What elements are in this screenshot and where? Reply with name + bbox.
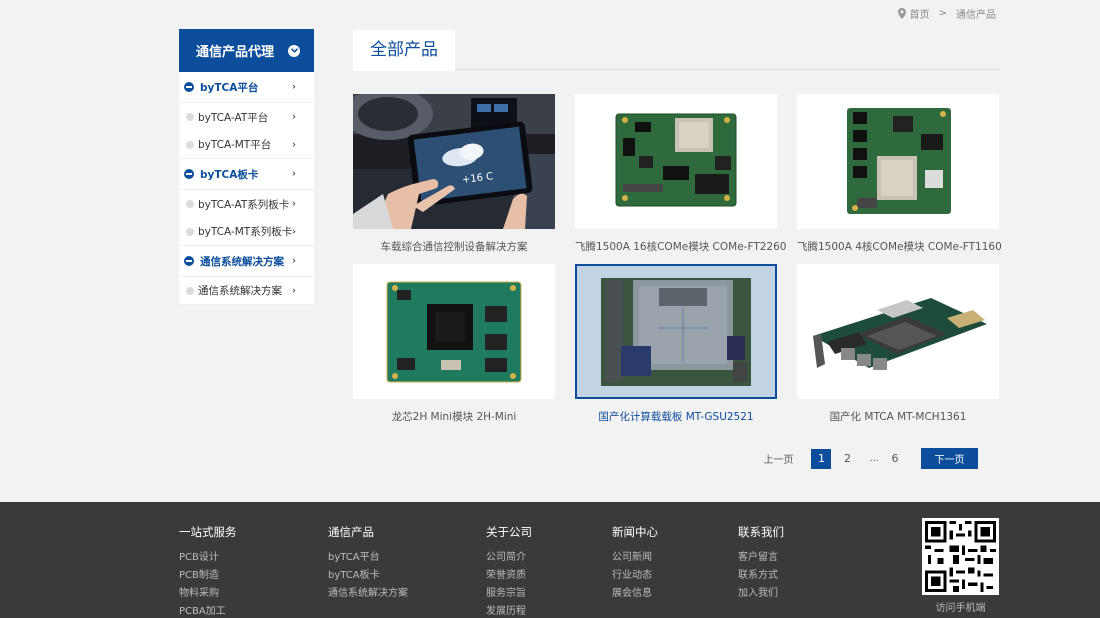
product-caption[interactable]: 国产化计算载载板 MT-GSU2521: [575, 409, 777, 424]
footer-link[interactable]: 行业动态: [612, 567, 658, 585]
footer-link[interactable]: 公司简介: [486, 549, 532, 567]
footer-link[interactable]: 公司新闻: [612, 549, 658, 567]
footer-column: 通信产品 byTCA平台 byTCA板卡 通信系统解决方案: [328, 524, 408, 603]
breadcrumb-separator: >: [938, 8, 947, 19]
prev-page-link[interactable]: 上一页: [763, 451, 793, 466]
product-image[interactable]: [797, 264, 999, 399]
sidebar-category-item[interactable]: 通信系统解决方案 ›: [179, 246, 314, 277]
next-page-button[interactable]: 下一页: [921, 448, 978, 469]
product-card[interactable]: 国产化 MTCA MT-MCH1361: [797, 264, 999, 434]
qr-caption: 访问手机端: [935, 603, 986, 614]
product-card[interactable]: 飞腾1500A 4核COMe模块 COMe-FT1160: [797, 94, 1002, 264]
footer-link[interactable]: byTCA板卡: [328, 567, 408, 585]
footer-column: 关于公司公司简介 荣誉资质 服务宗旨 发展历程: [486, 524, 532, 618]
minus-circle-icon: [184, 82, 194, 92]
bullet-dot-icon: [186, 113, 194, 121]
footer-column-title: 联系我们: [738, 525, 784, 539]
product-card[interactable]: +16 C 车载综合通信控制设备解决方案: [353, 94, 555, 264]
footer-column-title: 通信产品: [328, 525, 374, 539]
product-caption[interactable]: 飞腾1500A 4核COMe模块 COMe-FT1160: [797, 239, 1002, 254]
footer-link[interactable]: 服务宗旨: [486, 585, 532, 603]
footer-column-title: 新闻中心: [612, 525, 658, 539]
sidebar-item-label: byTCA板卡: [200, 168, 259, 181]
bullet-dot-icon: [186, 200, 194, 208]
bullet-dot-icon: [186, 227, 194, 236]
breadcrumb-home-link[interactable]: 首页: [910, 6, 930, 21]
sidebar-item-label: byTCA-MT系列板卡: [198, 226, 293, 238]
sidebar-subitem[interactable]: byTCA-AT平台 ›: [179, 103, 314, 131]
footer-link[interactable]: PCB设计: [179, 549, 237, 567]
footer-column: 新闻中心公司新闻 行业动态 展会信息: [612, 524, 658, 603]
sidebar: 通信产品代理 byTCA平台 › byTCA-AT平台 › byTCA-MT平台 › byT…: [179, 29, 314, 305]
sidebar-subitem[interactable]: byTCA-AT系列板卡 ›: [179, 190, 314, 218]
product-image[interactable]: [575, 264, 777, 399]
chevron-right-icon: ›: [292, 285, 296, 296]
chevron-right-icon: ›: [292, 226, 296, 237]
sidebar-item-label: byTCA平台: [200, 81, 259, 94]
page-link-2[interactable]: 2: [837, 449, 857, 469]
footer-link[interactable]: 客户留言: [738, 549, 784, 567]
footer-link[interactable]: 通信系统解决方案: [328, 585, 408, 603]
product-image[interactable]: +16 C: [353, 94, 555, 229]
product-image[interactable]: [575, 94, 777, 229]
product-caption[interactable]: 飞腾1500A 16核COMe模块 COMe-FT2260: [575, 239, 786, 254]
chevron-right-icon: ›: [292, 255, 296, 267]
footer-column-title: 一站式服务: [179, 525, 237, 539]
product-caption[interactable]: 国产化 MTCA MT-MCH1361: [797, 409, 999, 424]
product-image[interactable]: [353, 264, 555, 399]
footer-link[interactable]: PCBA加工: [179, 603, 237, 618]
sidebar-title: 通信产品代理: [196, 45, 275, 60]
footer-link[interactable]: 物料采购: [179, 585, 237, 603]
footer-link[interactable]: PCB制造: [179, 567, 237, 585]
sidebar-item-label: byTCA-AT系列板卡: [198, 198, 290, 211]
sidebar-header[interactable]: 通信产品代理: [179, 29, 314, 72]
product-caption[interactable]: 车载综合通信控制设备解决方案: [353, 239, 555, 254]
sidebar-item-label: byTCA-AT平台: [198, 111, 269, 124]
footer-link[interactable]: byTCA平台: [328, 549, 408, 567]
location-pin-icon: [897, 8, 906, 19]
chevron-right-icon: ›: [292, 139, 296, 150]
section-header: 全部产品: [353, 30, 1000, 71]
minus-circle-icon: [184, 169, 194, 179]
pagination-ellipsis: ...: [869, 453, 879, 464]
minus-circle-icon: [184, 256, 194, 266]
bullet-dot-icon: [186, 286, 194, 295]
pagination: 上一页 1 2 ... 6 下一页: [763, 448, 978, 469]
footer-link[interactable]: 展会信息: [612, 585, 658, 603]
chevron-down-icon[interactable]: [288, 44, 300, 57]
sidebar-subitem[interactable]: byTCA-MT平台 ›: [179, 131, 314, 159]
chevron-right-icon: ›: [292, 81, 296, 93]
page-title: 全部产品: [353, 30, 455, 71]
sidebar-item-label: 通信系统解决方案: [198, 285, 282, 297]
chevron-right-icon: ›: [292, 198, 296, 210]
footer-column-title: 关于公司: [486, 525, 532, 539]
page-link-1[interactable]: 1: [811, 448, 832, 469]
sidebar-subitem[interactable]: byTCA-MT系列板卡 ›: [179, 218, 314, 246]
product-card[interactable]: 国产化计算载载板 MT-GSU2521: [575, 264, 777, 434]
sidebar-category-item[interactable]: byTCA板卡 ›: [179, 159, 314, 190]
footer-link[interactable]: 发展历程: [486, 603, 532, 618]
footer-link[interactable]: 加入我们: [738, 585, 784, 603]
product-image[interactable]: [797, 94, 999, 229]
breadcrumb: 首页 > 通信产品: [897, 6, 996, 21]
breadcrumb-current: 通信产品: [956, 10, 996, 21]
chevron-right-icon: ›: [292, 168, 296, 180]
sidebar-subitem[interactable]: 通信系统解决方案 ›: [179, 277, 314, 305]
sidebar-category-item[interactable]: byTCA平台 ›: [179, 72, 314, 103]
footer-link[interactable]: 联系方式: [738, 567, 784, 585]
product-card[interactable]: 龙芯2H Mini模块 2H-Mini: [353, 264, 555, 434]
sidebar-item-label: 通信系统解决方案: [200, 255, 284, 268]
footer-column: 一站式服务 PCB设计 PCB制造 物料采购 PCBA加工: [179, 524, 237, 618]
footer: 一站式服务 PCB设计 PCB制造 物料采购 PCBA加工 通信产品 byTCA平台 byTC…: [0, 502, 1100, 618]
chevron-right-icon: ›: [292, 111, 296, 123]
footer-column: 联系我们客户留言 联系方式 加入我们: [738, 524, 784, 603]
page-link-6[interactable]: 6: [885, 449, 905, 469]
footer-link[interactable]: 荣誉资质: [486, 567, 532, 585]
bullet-dot-icon: [186, 140, 194, 149]
qr-code: [922, 518, 999, 595]
sidebar-item-label: byTCA-MT平台: [198, 139, 272, 151]
product-card[interactable]: 飞腾1500A 16核COMe模块 COMe-FT2260: [575, 94, 786, 264]
product-caption[interactable]: 龙芯2H Mini模块 2H-Mini: [353, 409, 555, 424]
